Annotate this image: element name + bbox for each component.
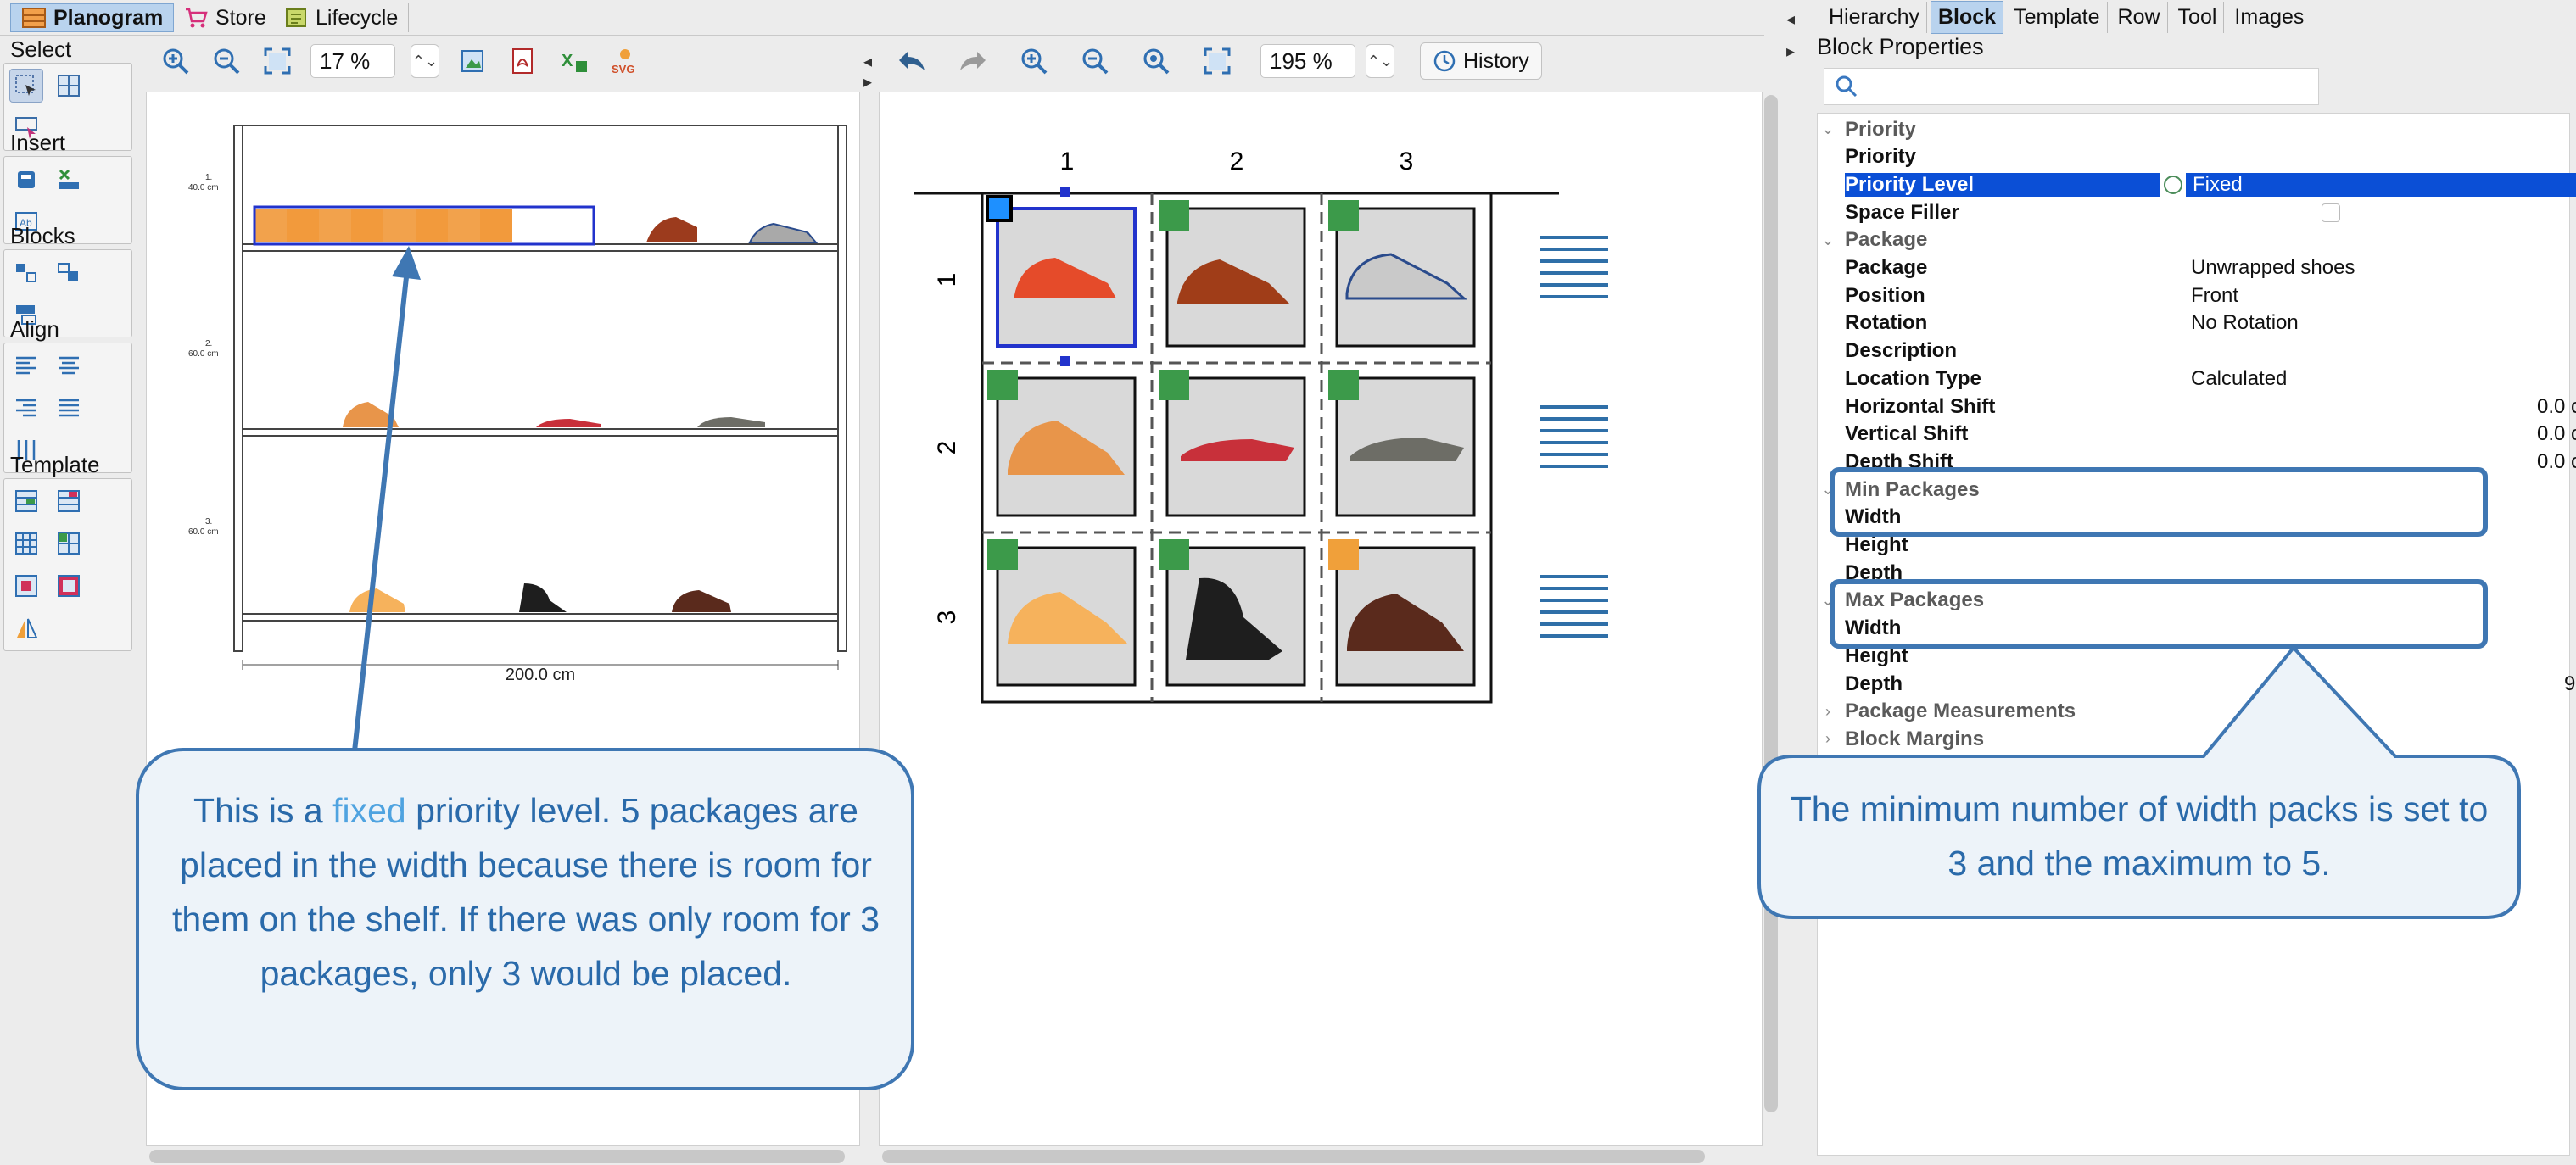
arrow-head-icon [392, 246, 421, 280]
callout-text-right: The minimum number of width packs is set… [1790, 789, 2489, 883]
callout-left-emph: fixed [332, 791, 406, 830]
callout-left-pre: This is a [193, 791, 333, 830]
callout-text-left: This is a fixed priority level. 5 packag… [170, 783, 882, 1001]
min-packages-highlight [1830, 467, 2488, 537]
callout-arrow-left [352, 269, 410, 752]
max-packages-highlight [1830, 579, 2488, 649]
